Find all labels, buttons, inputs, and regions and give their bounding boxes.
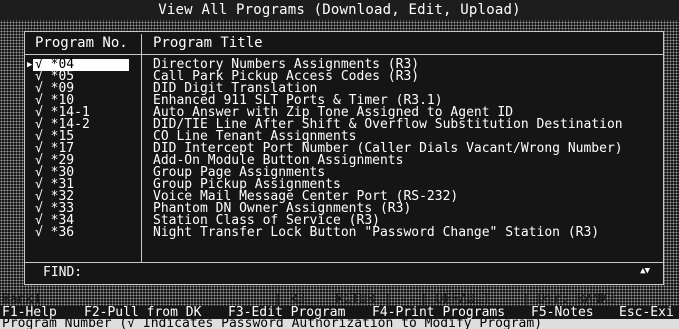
function-key-bar: F1-Help F2-Pull from DK F3-Edit Program …	[0, 306, 679, 319]
program-list-window: Program No. Program Title ▶ √ *04 Director…	[24, 31, 664, 285]
f3-edit-button[interactable]: F3-Edit Program	[228, 306, 345, 319]
program-title: Night Transfer Lock Button "Password Cha…	[153, 225, 600, 240]
title-bar: View All Programs (Download, Edit, Uploa…	[0, 0, 679, 20]
scroll-arrows-icon[interactable]: ▲▼	[640, 266, 650, 276]
program-row[interactable]: √ *29 Add-On Module Button Assignments	[25, 154, 663, 167]
column-header-program-no: Program No.	[35, 35, 128, 51]
find-label: FIND:	[43, 265, 83, 280]
hint-bar: Program Number (√ Indicates Password Aut…	[0, 319, 679, 329]
column-headers: Program No. Program Title	[25, 32, 663, 54]
esc-exit-button[interactable]: Esc-Exi	[619, 306, 674, 319]
find-divider	[25, 262, 663, 263]
f2-pull-button[interactable]: F2-Pull from DK	[84, 306, 201, 319]
program-row[interactable]: √ *05 Call Park Pickup Access Codes (R3)	[25, 70, 663, 83]
header-divider	[25, 54, 663, 55]
column-header-program-title: Program Title	[153, 35, 263, 51]
window-title: View All Programs (Download, Edit, Uploa…	[158, 2, 521, 18]
f4-print-button[interactable]: F4-Print Programs	[372, 306, 505, 319]
hint-text: Program Number (√ Indicates Password Aut…	[2, 319, 543, 329]
f1-help-button[interactable]: F1-Help	[2, 306, 57, 319]
program-number: √ *36	[35, 225, 75, 240]
f5-notes-button[interactable]: F5-Notes	[531, 306, 594, 319]
program-row[interactable]: √ *36 Night Transfer Lock Button "Passwor…	[25, 225, 663, 240]
program-list: ▶ √ *04 Directory Numbers Assignments (R3)…	[25, 58, 663, 240]
program-row[interactable]: √ *30 Group Page Assignments	[25, 166, 663, 179]
